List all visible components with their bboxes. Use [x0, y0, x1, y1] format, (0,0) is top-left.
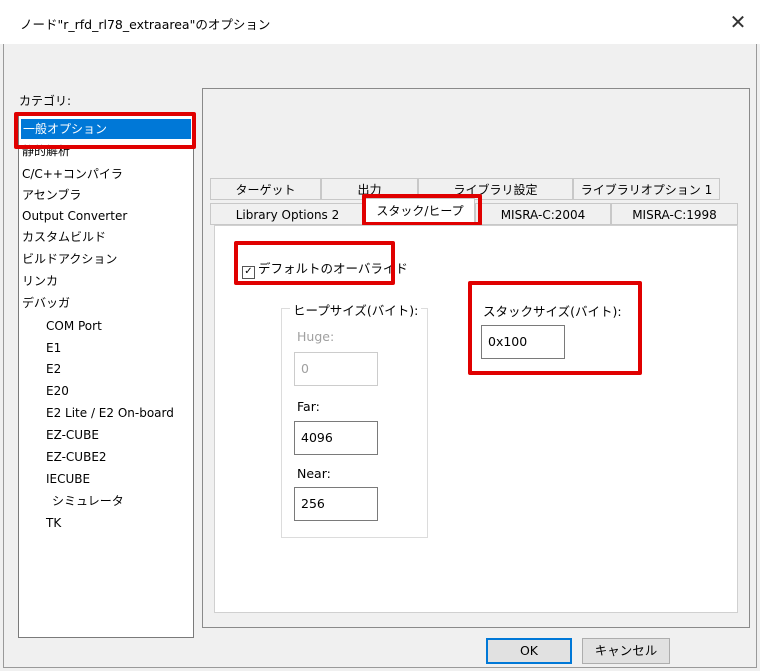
- cancel-button[interactable]: キャンセル: [582, 638, 670, 664]
- category-item-e1[interactable]: E1: [46, 338, 61, 358]
- category-item-iecube[interactable]: IECUBE: [46, 469, 90, 489]
- ok-button[interactable]: OK: [486, 638, 572, 664]
- category-label: カテゴリ:: [19, 94, 72, 108]
- category-item-com-port[interactable]: COM Port: [46, 316, 102, 336]
- heap-size-title: ヒープサイズ(バイト):: [290, 300, 422, 319]
- tab-library-option-1[interactable]: ライブラリオプション 1: [573, 178, 720, 200]
- category-item-ez-cube2[interactable]: EZ-CUBE2: [46, 447, 107, 467]
- category-item-tk[interactable]: TK: [46, 513, 61, 533]
- far-label: Far:: [297, 399, 320, 414]
- category-item-e20[interactable]: E20: [46, 381, 69, 401]
- near-field[interactable]: 256: [294, 487, 378, 521]
- category-item-assembler[interactable]: アセンブラ: [22, 185, 81, 205]
- huge-field: 0: [294, 352, 378, 386]
- category-item-simulator[interactable]: シミュレータ: [52, 491, 124, 511]
- tab-library-options-2[interactable]: Library Options 2: [210, 203, 365, 225]
- title-bar: ノード"r_rfd_rl78_extraarea"のオプション ✕: [0, 0, 760, 44]
- highlight-general-option: [14, 112, 196, 149]
- category-item-ez-cube[interactable]: EZ-CUBE: [46, 425, 99, 445]
- category-item-build-action[interactable]: ビルドアクション: [22, 249, 117, 269]
- highlight-override-checkbox: [234, 241, 395, 285]
- category-item-output-converter[interactable]: Output Converter: [22, 206, 127, 226]
- tab-misra-c-1998[interactable]: MISRA-C:1998: [611, 203, 738, 225]
- close-icon[interactable]: ✕: [724, 8, 752, 36]
- near-label: Near:: [297, 466, 331, 481]
- window-title: ノード"r_rfd_rl78_extraarea"のオプション: [20, 17, 271, 32]
- highlight-stack-heap-tab: [362, 194, 482, 226]
- category-item-e2-lite[interactable]: E2 Lite / E2 On-board: [46, 403, 174, 423]
- category-item-custom-build[interactable]: カスタムビルド: [22, 227, 106, 247]
- category-item-linker[interactable]: リンカ: [22, 271, 58, 291]
- category-item-e2[interactable]: E2: [46, 359, 61, 379]
- tab-target[interactable]: ターゲット: [210, 178, 321, 200]
- highlight-stack-size: [468, 281, 642, 375]
- category-list[interactable]: 一般オプション 静的解析 C/C++コンパイラ アセンブラ Output Con…: [18, 113, 194, 638]
- huge-label: Huge:: [297, 329, 335, 344]
- category-item-compiler[interactable]: C/C++コンパイラ: [22, 164, 123, 184]
- category-item-debugger[interactable]: デバッガ: [22, 293, 70, 313]
- far-field[interactable]: 4096: [294, 421, 378, 455]
- tab-misra-c-2004[interactable]: MISRA-C:2004: [475, 203, 611, 225]
